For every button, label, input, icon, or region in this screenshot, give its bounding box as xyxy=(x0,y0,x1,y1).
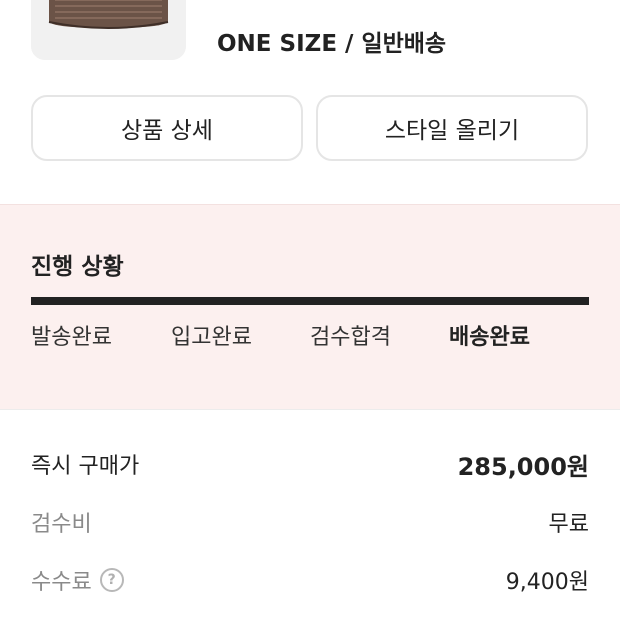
progress-section: 진행 상황 발송완료 입고완료 검수합격 배송완료 xyxy=(0,204,620,410)
step-received: 입고완료 xyxy=(171,325,252,350)
commission-label: 수수료 xyxy=(31,570,92,595)
product-option-text: ONE SIZE / 일반배송 xyxy=(217,31,447,57)
cap-image xyxy=(31,0,186,60)
upload-style-button[interactable]: 스타일 올리기 xyxy=(316,95,588,161)
commission-row: 수수료 ? 9,400원 xyxy=(31,562,589,598)
progress-title: 진행 상황 xyxy=(31,254,124,280)
inspection-fee-label: 검수비 xyxy=(31,512,92,537)
commission-value: 9,400원 xyxy=(505,570,589,595)
product-detail-button[interactable]: 상품 상세 xyxy=(31,95,303,161)
progress-bar xyxy=(31,297,589,305)
order-detail-page: ONE SIZE / 일반배송 상품 상세 스타일 올리기 진행 상황 발송완료… xyxy=(0,0,620,620)
step-inspection-passed: 검수합격 xyxy=(310,325,391,350)
buy-now-price-row: 즉시 구매가 285,000원 xyxy=(31,446,589,482)
step-delivered: 배송완료 xyxy=(449,325,530,350)
inspection-fee-row: 검수비 무료 xyxy=(31,504,589,540)
step-shipped: 발송완료 xyxy=(31,325,112,350)
question-circle-icon[interactable]: ? xyxy=(99,568,124,592)
buy-now-price-label: 즉시 구매가 xyxy=(31,454,140,479)
progress-bar-fill xyxy=(31,297,589,305)
buy-now-price-value: 285,000원 xyxy=(457,452,589,481)
commission-label-group: 수수료 ? xyxy=(31,564,124,596)
product-thumbnail[interactable] xyxy=(31,0,186,60)
inspection-fee-value: 무료 xyxy=(548,512,589,537)
